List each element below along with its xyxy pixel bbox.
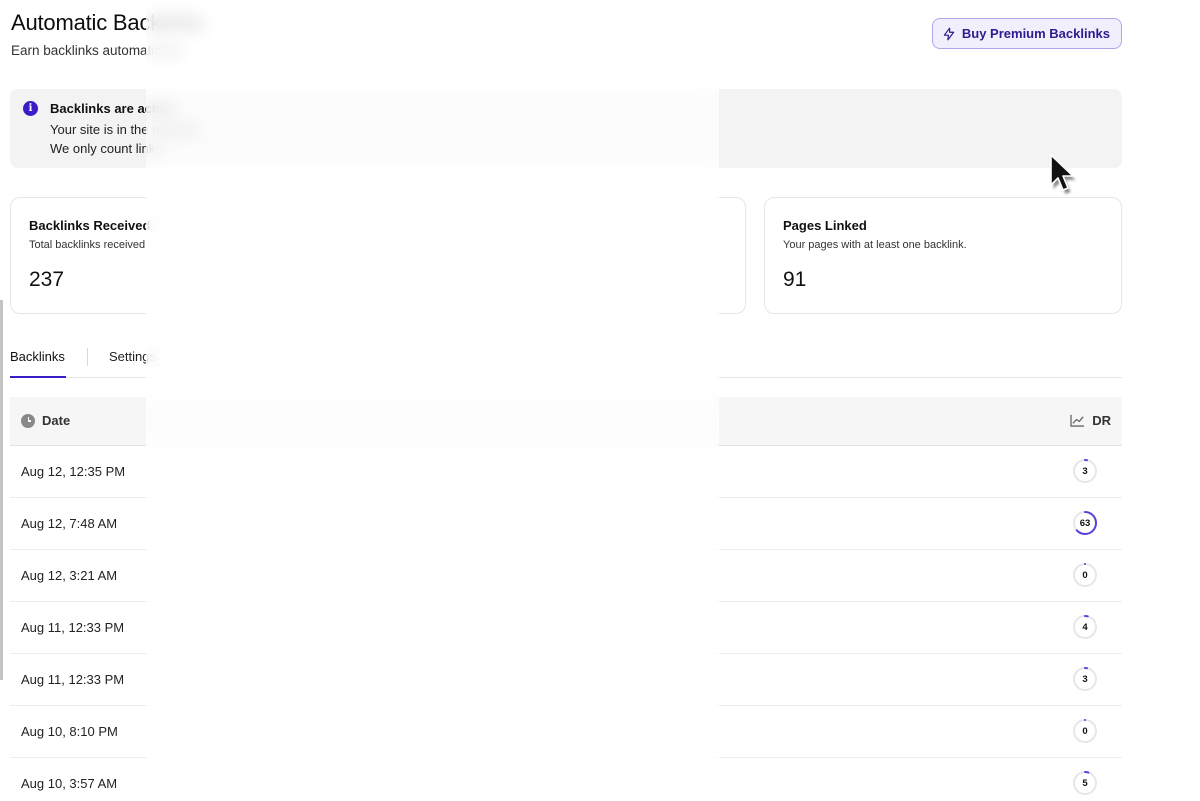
lightning-icon xyxy=(943,27,955,40)
dr-value: 0 xyxy=(1082,725,1088,737)
stat-value: 91 xyxy=(783,268,807,291)
info-icon: i xyxy=(23,101,38,116)
dr-value: 63 xyxy=(1079,517,1091,529)
dr-value: 4 xyxy=(1082,621,1088,633)
stat-description: Your pages with at least one backlink. xyxy=(783,239,967,251)
cell-date: Aug 12, 7:48 AM xyxy=(21,516,118,531)
stat-description: Total backlinks received xyxy=(29,239,146,251)
clock-icon xyxy=(21,413,35,428)
premium-button-label: Buy Premium Backlinks xyxy=(961,26,1110,41)
cell-date: Aug 11, 12:33 PM xyxy=(21,620,125,635)
stat-title: Pages Linked xyxy=(783,218,867,233)
tab-backlinks[interactable]: Backlinks xyxy=(10,349,66,378)
privacy-blur-overlay xyxy=(146,0,719,801)
dr-badge: 0 xyxy=(1072,562,1098,588)
column-header-dr[interactable]: DR xyxy=(1070,413,1111,428)
dr-value: 0 xyxy=(1082,569,1088,581)
window-edge-shadow xyxy=(0,300,3,680)
mouse-pointer-icon xyxy=(1050,154,1076,194)
cell-date: Aug 10, 8:10 PM xyxy=(21,724,118,739)
stat-value: 237 xyxy=(29,268,65,291)
dr-badge: 3 xyxy=(1072,666,1098,692)
dr-badge: 4 xyxy=(1072,614,1098,640)
dr-badge: 0 xyxy=(1072,718,1098,744)
column-header-date-label: Date xyxy=(42,413,71,428)
cell-date: Aug 12, 3:21 AM xyxy=(21,568,118,583)
tab-divider xyxy=(87,348,88,366)
column-header-dr-label: DR xyxy=(1092,413,1111,428)
cell-date: Aug 10, 3:57 AM xyxy=(21,776,118,791)
dr-badge: 63 xyxy=(1072,510,1098,536)
dr-value: 5 xyxy=(1082,777,1088,789)
stat-title: Backlinks Received xyxy=(29,218,151,233)
dr-badge: 3 xyxy=(1072,458,1098,484)
stat-card-pages-linked: Pages Linked Your pages with at least on… xyxy=(764,197,1122,314)
dr-badge: 5 xyxy=(1072,770,1098,796)
dr-value: 3 xyxy=(1082,465,1088,477)
column-header-date[interactable]: Date xyxy=(21,413,70,428)
notice-line-2: We only count links xyxy=(50,141,162,156)
cell-date: Aug 12, 12:35 PM xyxy=(21,464,126,479)
buy-premium-backlinks-button[interactable]: Buy Premium Backlinks xyxy=(931,18,1122,49)
cell-date: Aug 11, 12:33 PM xyxy=(21,672,125,687)
dr-value: 3 xyxy=(1082,673,1088,685)
line-chart-icon xyxy=(1070,414,1085,427)
